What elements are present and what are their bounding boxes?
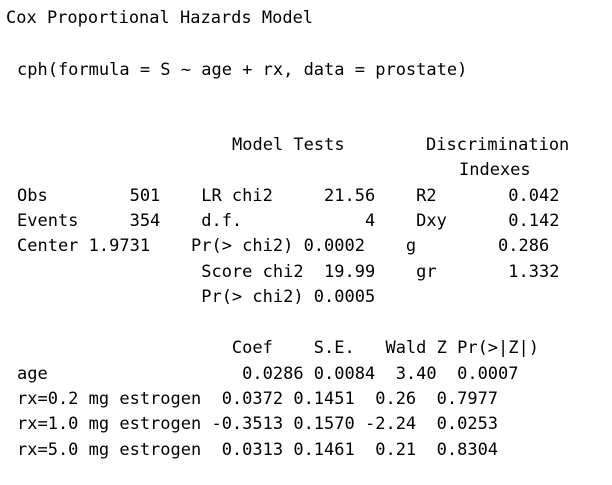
coef-row-rx10: rx=1.0 mg estrogen -0.3513 0.1570 -2.24 … [17,414,499,434]
coef-row-rx02: rx=0.2 mg estrogen 0.0372 0.1451 0.26 0.… [17,389,499,409]
coef-table-header: Coef S.E. Wald Z Pr(>|Z|) [17,338,539,358]
coef-row-age: age 0.0286 0.0084 3.40 0.0007 [17,364,519,384]
coef-row-rx50: rx=5.0 mg estrogen 0.0313 0.1461 0.21 0.… [17,440,499,460]
discrimination-header-line2: Indexes [459,160,531,180]
summary-row-obs: Obs 501 LR chi2 21.56 R2 0.042 [17,186,560,206]
discrimination-header-line1: Discrimination [426,135,570,155]
summary-row-center: Center 1.9731 Pr(> chi2) 0.0002 g 0.286 [17,236,550,256]
model-call: cph(formula = S ~ age + rx, data = prost… [17,60,468,80]
summary-row-events: Events 354 d.f. 4 Dxy 0.142 [17,211,560,231]
page-title: Cox Proportional Hazards Model [6,8,314,28]
model-tests-header: Model Tests [232,135,345,155]
summary-row-pr2: Pr(> chi2) 0.0005 [17,287,376,307]
summary-row-score: Score chi2 19.99 gr 1.332 [17,262,560,282]
